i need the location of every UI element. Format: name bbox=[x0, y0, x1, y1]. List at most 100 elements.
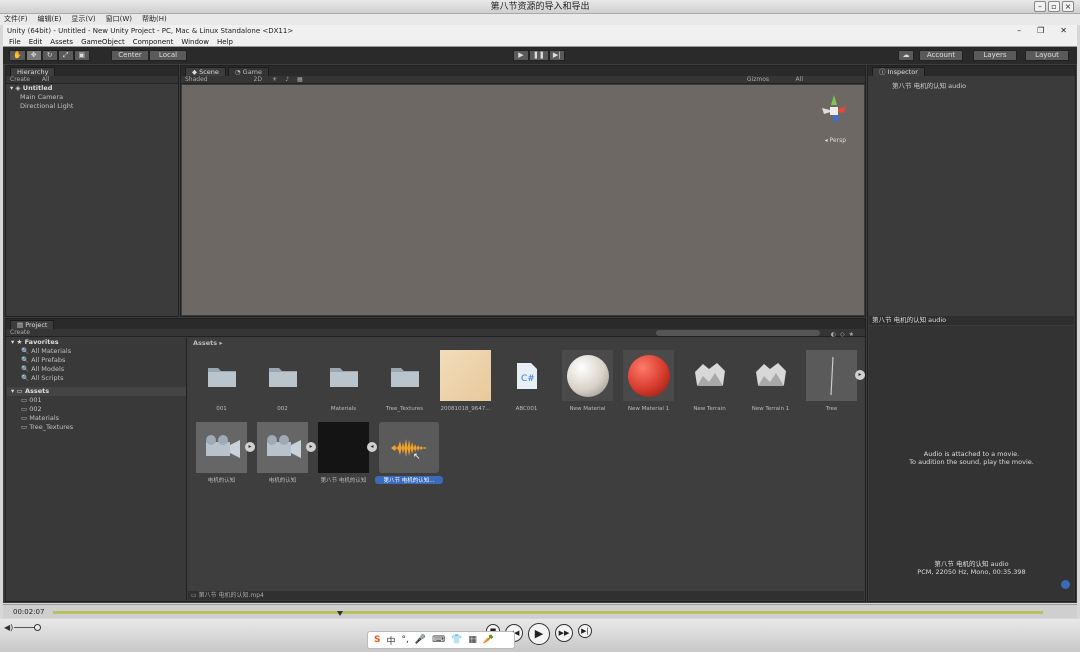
cloud-icon[interactable]: ☁ bbox=[898, 50, 914, 61]
folder-002[interactable]: ▭ 002 bbox=[7, 405, 186, 414]
fav-all-scripts[interactable]: 🔍 All Scripts bbox=[7, 374, 186, 383]
ime-voice-icon[interactable]: 🎤 bbox=[415, 635, 426, 645]
asset-script-abc001[interactable]: C# ABC001 bbox=[501, 350, 552, 412]
ime-skin-icon[interactable]: 👕 bbox=[451, 635, 462, 645]
expand-arrow-icon[interactable]: ▸ bbox=[306, 442, 316, 452]
audio-toggle-icon[interactable]: ♪ bbox=[285, 76, 289, 83]
hierarchy-item-main-camera[interactable]: Main Camera bbox=[6, 93, 178, 102]
player-menu-view[interactable]: 显示(V) bbox=[71, 14, 95, 25]
player-menu-file[interactable]: 文件(F) bbox=[4, 14, 28, 25]
asset-movie-2[interactable]: 电机的认知 ▸ bbox=[257, 422, 316, 484]
layout-dropdown[interactable]: Layout bbox=[1025, 50, 1069, 61]
player-menu-edit[interactable]: 编辑(E) bbox=[38, 14, 62, 25]
scale-tool-icon[interactable]: ⤢ bbox=[57, 50, 74, 61]
rotate-tool-icon[interactable]: ↻ bbox=[41, 50, 58, 61]
rect-tool-icon[interactable]: ▣ bbox=[73, 50, 90, 61]
restore-button[interactable]: ▫ bbox=[1048, 1, 1060, 12]
asset-movie-1[interactable]: 电机的认知 ▸ bbox=[196, 422, 255, 484]
menu-component[interactable]: Component bbox=[133, 37, 174, 46]
ime-chinese-mode[interactable]: 中 bbox=[386, 634, 395, 647]
asset-folder-002[interactable]: 002 bbox=[257, 350, 308, 412]
move-tool-icon[interactable]: ✥ bbox=[25, 50, 42, 61]
ime-toolbox-icon[interactable]: ▦ bbox=[468, 635, 477, 645]
lighting-icon[interactable]: ☀ bbox=[272, 76, 277, 83]
ime-punctuation-icon[interactable]: °, bbox=[402, 635, 409, 645]
step-button[interactable]: ▶| bbox=[548, 50, 565, 61]
account-dropdown[interactable]: Account bbox=[919, 50, 963, 61]
assets-header[interactable]: ▾ ▭ Assets bbox=[7, 387, 186, 396]
asset-terrain[interactable]: New Terrain bbox=[684, 350, 735, 412]
asset-movie-black[interactable]: 第八节 电机的认知 ◂ bbox=[318, 422, 377, 484]
asset-tree[interactable]: Tree ▸ bbox=[806, 350, 865, 412]
scene-viewport[interactable]: ◂ Persp bbox=[182, 85, 864, 315]
expand-arrow-icon[interactable]: ◂ bbox=[367, 442, 377, 452]
unity-minimize-button[interactable]: – bbox=[1017, 25, 1021, 37]
shading-dropdown[interactable]: Shaded bbox=[185, 76, 208, 83]
tab-inspector[interactable]: ⓘ Inspector bbox=[872, 67, 925, 76]
player-menu-help[interactable]: 帮助(H) bbox=[142, 14, 167, 25]
effects-icon[interactable]: ▦ bbox=[297, 76, 303, 83]
tab-project[interactable]: ▤ Project bbox=[10, 320, 55, 329]
ime-logo-icon[interactable]: S bbox=[374, 635, 380, 645]
filter-by-type-icon[interactable]: ◐ bbox=[831, 331, 836, 338]
folder-tree-textures[interactable]: ▭ Tree_Textures bbox=[7, 423, 186, 432]
menu-file[interactable]: File bbox=[9, 37, 21, 46]
volume-icon[interactable]: ◀) bbox=[4, 623, 13, 632]
2d-toggle[interactable]: 2D bbox=[254, 76, 262, 83]
tab-scene[interactable]: ◆ Scene bbox=[185, 67, 226, 76]
asset-material-red[interactable]: New Material 1 bbox=[623, 350, 674, 412]
favorite-search-icon[interactable]: ★ bbox=[849, 331, 854, 338]
expand-arrow-icon[interactable]: ▸ bbox=[855, 370, 865, 380]
ime-keyboard-icon[interactable]: ⌨ bbox=[432, 635, 445, 645]
ime-extra-icon[interactable]: 🥕 bbox=[483, 635, 494, 645]
scene-root[interactable]: ▾ ◈ Untitled bbox=[6, 84, 178, 93]
asset-material-white[interactable]: New Material bbox=[562, 350, 613, 412]
asset-folder-001[interactable]: 001 bbox=[196, 350, 247, 412]
seek-thumb[interactable] bbox=[337, 611, 344, 616]
tab-game[interactable]: ◔ Game bbox=[227, 67, 270, 76]
menu-window[interactable]: Window bbox=[181, 37, 209, 46]
minimize-button[interactable]: – bbox=[1034, 1, 1046, 12]
unity-close-button[interactable]: ✕ bbox=[1060, 25, 1067, 37]
asset-terrain-1[interactable]: New Terrain 1 bbox=[745, 350, 796, 412]
asset-audio-selected[interactable]: ↖ 第八节 电机的认知... bbox=[375, 422, 443, 484]
fav-all-materials[interactable]: 🔍 All Materials bbox=[7, 347, 186, 356]
unity-maximize-button[interactable]: ❐ bbox=[1037, 25, 1044, 37]
hierarchy-create-button[interactable]: Create bbox=[10, 76, 30, 83]
menu-edit[interactable]: Edit bbox=[29, 37, 43, 46]
tab-hierarchy[interactable]: Hierarchy bbox=[10, 67, 56, 76]
project-create-button[interactable]: Create bbox=[10, 329, 30, 336]
layers-dropdown[interactable]: Layers bbox=[973, 50, 1017, 61]
player-play-button[interactable]: ▶ bbox=[528, 623, 550, 645]
asset-folder-tree-textures[interactable]: Tree_Textures bbox=[379, 350, 430, 412]
asset-texture[interactable]: 20081018_9647... bbox=[440, 350, 491, 412]
favorites-header[interactable]: ▾ ★ Favorites bbox=[7, 338, 186, 347]
pivot-toggle[interactable]: Center bbox=[111, 50, 149, 61]
menu-help[interactable]: Help bbox=[217, 37, 233, 46]
next-button[interactable]: ▶| bbox=[578, 624, 592, 638]
expand-arrow-icon[interactable]: ▸ bbox=[245, 442, 255, 452]
fav-all-models[interactable]: 🔍 All Models bbox=[7, 365, 186, 374]
orientation-gizmo-icon[interactable] bbox=[818, 93, 850, 129]
gizmos-dropdown[interactable]: Gizmos bbox=[747, 76, 769, 84]
scene-search-input[interactable]: All bbox=[796, 76, 803, 84]
project-search-input[interactable] bbox=[656, 330, 820, 336]
fav-all-prefabs[interactable]: 🔍 All Prefabs bbox=[7, 356, 186, 365]
folder-001[interactable]: ▭ 001 bbox=[7, 396, 186, 405]
autoplay-icon[interactable] bbox=[1061, 580, 1070, 589]
seek-bar[interactable]: 00:02:07 bbox=[3, 604, 1077, 618]
hierarchy-item-directional-light[interactable]: Directional Light bbox=[6, 102, 178, 111]
asset-folder-materials[interactable]: Materials bbox=[318, 350, 369, 412]
play-button[interactable]: ▶ bbox=[513, 50, 529, 61]
menu-gameobject[interactable]: GameObject bbox=[81, 37, 125, 46]
space-toggle[interactable]: Local bbox=[149, 50, 187, 61]
menu-assets[interactable]: Assets bbox=[50, 37, 73, 46]
forward-button[interactable]: ▶▶ bbox=[555, 624, 573, 642]
folder-materials[interactable]: ▭ Materials bbox=[7, 414, 186, 423]
volume-knob[interactable] bbox=[34, 624, 41, 631]
player-menu-window[interactable]: 窗口(W) bbox=[106, 14, 132, 25]
breadcrumb[interactable]: Assets ▸ bbox=[188, 338, 864, 348]
seek-track[interactable] bbox=[53, 611, 1043, 616]
close-button[interactable]: × bbox=[1062, 1, 1074, 12]
filter-by-label-icon[interactable]: ◇ bbox=[840, 331, 845, 338]
